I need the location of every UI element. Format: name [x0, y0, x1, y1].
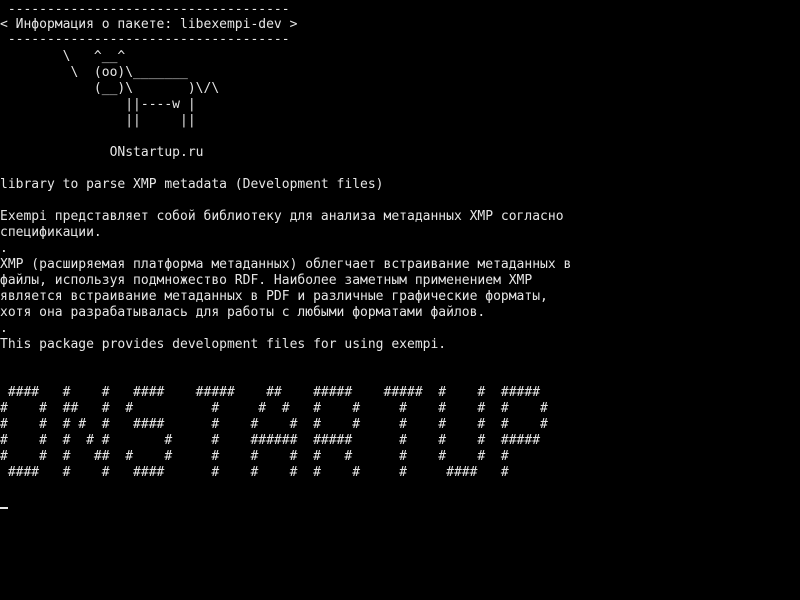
- banner-ascii-line: # # ## # # # # # # # # # # # #: [0, 401, 548, 416]
- banner-ascii-line: # # # ## # # # # # # # # # # #: [0, 449, 509, 464]
- banner-ascii-line: #### # # #### # # # # # # #### #: [0, 465, 509, 480]
- description-line: XMP (расширяемая платформа метаданных) о…: [0, 257, 572, 272]
- description-line: спецификации.: [0, 225, 102, 240]
- description-line: .: [0, 321, 8, 336]
- cow-ascii-line: ||----w |: [0, 97, 196, 112]
- site-name: ONstartup.ru: [0, 145, 204, 160]
- cow-ascii-line: (__)\ )\/\: [0, 81, 220, 96]
- banner-ascii-line: #### # # #### ##### ## ##### ##### # # #…: [0, 385, 541, 400]
- description-line: .: [0, 241, 8, 256]
- package-summary: library to parse XMP metadata (Developme…: [0, 177, 384, 192]
- speech-bubble-text: < Информация о пакете: libexempi-dev >: [0, 17, 298, 32]
- description-line: Exempi представляет собой библиотеку для…: [0, 209, 564, 224]
- terminal-window[interactable]: ------------------------------------ < И…: [0, 0, 800, 600]
- description-line: хотя она разрабатывалась для работы с лю…: [0, 305, 486, 320]
- description-line: файлы, используя подмножество RDF. Наибо…: [0, 273, 533, 288]
- description-line: This package provides development files …: [0, 337, 447, 352]
- text-cursor: [0, 507, 8, 509]
- cow-ascii-line: \ (oo)\_______: [0, 65, 188, 80]
- banner-ascii-line: # # # # # # # ###### ##### # # # #####: [0, 433, 541, 448]
- speech-bubble-bottom-border: ------------------------------------: [0, 32, 290, 47]
- banner-ascii-line: # # # # # #### # # # # # # # # # #: [0, 417, 548, 432]
- speech-bubble-top-border: ------------------------------------: [0, 2, 290, 17]
- description-line: является встраивание метаданных в PDF и …: [0, 289, 548, 304]
- cow-ascii-line: || ||: [0, 113, 196, 128]
- cow-ascii-line: \ ^__^: [0, 49, 126, 64]
